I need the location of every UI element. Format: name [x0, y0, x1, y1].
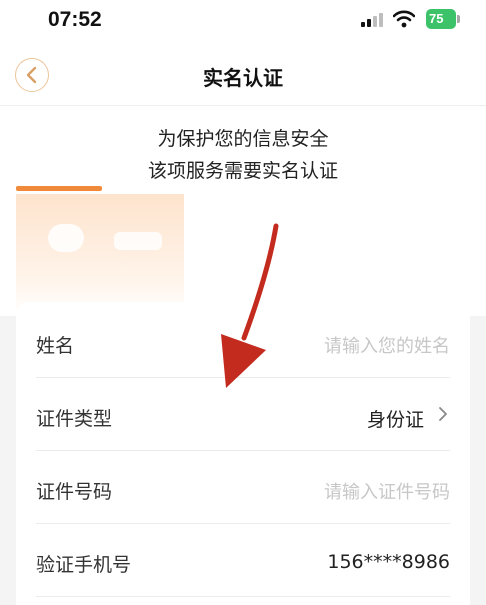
- battery-icon: 75: [426, 9, 460, 29]
- name-input[interactable]: 请输入您的姓名: [324, 332, 450, 358]
- navigation-bar: 实名认证: [0, 40, 486, 106]
- security-notice-line-1: 为保护您的信息安全: [157, 128, 329, 150]
- chevron-right-icon: [439, 407, 447, 421]
- id-card-text-placeholder: [114, 232, 162, 250]
- phone-row[interactable]: 验证手机号 156****8986: [36, 524, 450, 597]
- phone-label: 验证手机号: [36, 554, 132, 576]
- verification-header: 为保护您的信息安全 该项服务需要实名认证: [0, 106, 486, 316]
- id-card-illustration: [16, 194, 184, 316]
- verification-form: 姓名 请输入您的姓名 证件类型 身份证 证件号码 请输入证件号码 验证手机号 1…: [16, 302, 470, 605]
- id-card-photo-placeholder: [48, 224, 84, 252]
- id-number-input[interactable]: 请输入证件号码: [324, 478, 450, 504]
- cellular-signal-icon: [361, 13, 383, 27]
- page-title: 实名认证: [203, 66, 283, 90]
- status-bar: 07:52 75: [0, 0, 486, 40]
- status-time: 07:52: [48, 8, 102, 31]
- wifi-icon: [393, 10, 415, 28]
- name-row[interactable]: 姓名 请输入您的姓名: [36, 305, 450, 378]
- id-type-row[interactable]: 证件类型 身份证: [36, 378, 450, 451]
- battery-level: 75: [429, 11, 444, 26]
- security-notice-line-2: 该项服务需要实名认证: [147, 160, 338, 182]
- phone-value: 156****8986: [327, 551, 450, 573]
- id-number-row[interactable]: 证件号码 请输入证件号码: [36, 451, 450, 524]
- id-type-select[interactable]: 身份证: [367, 405, 424, 432]
- id-number-label: 证件号码: [36, 481, 113, 503]
- id-type-label: 证件类型: [36, 408, 113, 430]
- name-label: 姓名: [36, 335, 75, 357]
- tab-indicator: [16, 186, 102, 191]
